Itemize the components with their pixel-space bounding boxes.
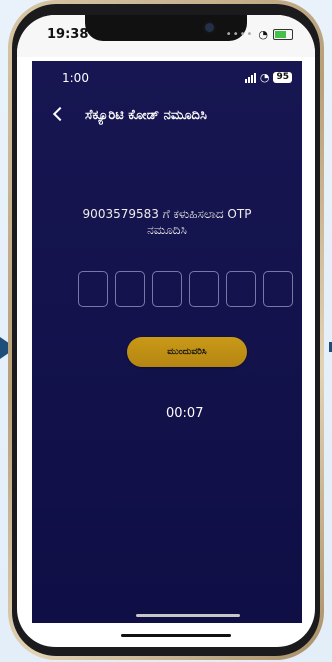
continue-button[interactable]: ಮುಂದುವರಿಸಿ bbox=[127, 337, 247, 367]
notch bbox=[85, 15, 247, 41]
battery-badge: 95 bbox=[273, 72, 292, 83]
page-title: ಸೆಕ್ಯೂರಿಟಿ ಕೋಡ್ ನಮೂದಿಸಿ bbox=[85, 108, 207, 123]
inner-status-bar: 1:00 ◔ 95 bbox=[32, 61, 302, 91]
home-indicator bbox=[136, 614, 240, 617]
device-screen: 19:38 •••• ◔ 1:00 ◔ 95 ಸೆಕ್ಯೂರಿಟಿ ಕೋಡ್ ನ… bbox=[17, 15, 315, 647]
signal-icon bbox=[244, 72, 256, 83]
outer-home-indicator bbox=[121, 634, 231, 637]
outer-status-bar: 19:38 •••• ◔ bbox=[17, 15, 315, 57]
otp-screen: 1:00 ◔ 95 ಸೆಕ್ಯೂರಿಟಿ ಕೋಡ್ ನಮೂದಿಸಿ 900357… bbox=[32, 61, 302, 623]
otp-input-group bbox=[78, 271, 293, 307]
back-icon[interactable] bbox=[52, 106, 68, 122]
otp-instruction: 9003579583 ಗೆ ಕಳುಹಿಸಲಾದ OTP ನಮೂದಿಸಿ bbox=[82, 207, 252, 237]
outer-status-icons: •••• ◔ bbox=[226, 28, 293, 41]
resend-timer: 00:07 bbox=[166, 406, 204, 421]
header: ಸೆಕ್ಯೂರಿಟಿ ಕೋಡ್ ನಮೂದಿಸಿ bbox=[32, 105, 302, 131]
inner-time: 1:00 bbox=[62, 71, 89, 85]
inner-status-icons: ◔ 95 bbox=[244, 71, 292, 84]
screenshot-stage: 19:38 •••• ◔ 1:00 ◔ 95 ಸೆಕ್ಯೂರಿಟಿ ಕೋಡ್ ನ… bbox=[0, 0, 332, 662]
otp-digit-2[interactable] bbox=[115, 271, 145, 307]
signal-dots-icon: •••• bbox=[225, 29, 254, 40]
otp-digit-5[interactable] bbox=[226, 271, 256, 307]
otp-digit-4[interactable] bbox=[189, 271, 219, 307]
otp-digit-1[interactable] bbox=[78, 271, 108, 307]
otp-digit-6[interactable] bbox=[263, 271, 293, 307]
front-camera-icon bbox=[203, 21, 216, 34]
outer-time: 19:38 bbox=[47, 27, 89, 42]
battery-icon bbox=[273, 29, 293, 40]
otp-digit-3[interactable] bbox=[152, 271, 182, 307]
wifi-icon: ◔ bbox=[258, 28, 268, 41]
wifi-icon: ◔ bbox=[259, 71, 270, 84]
